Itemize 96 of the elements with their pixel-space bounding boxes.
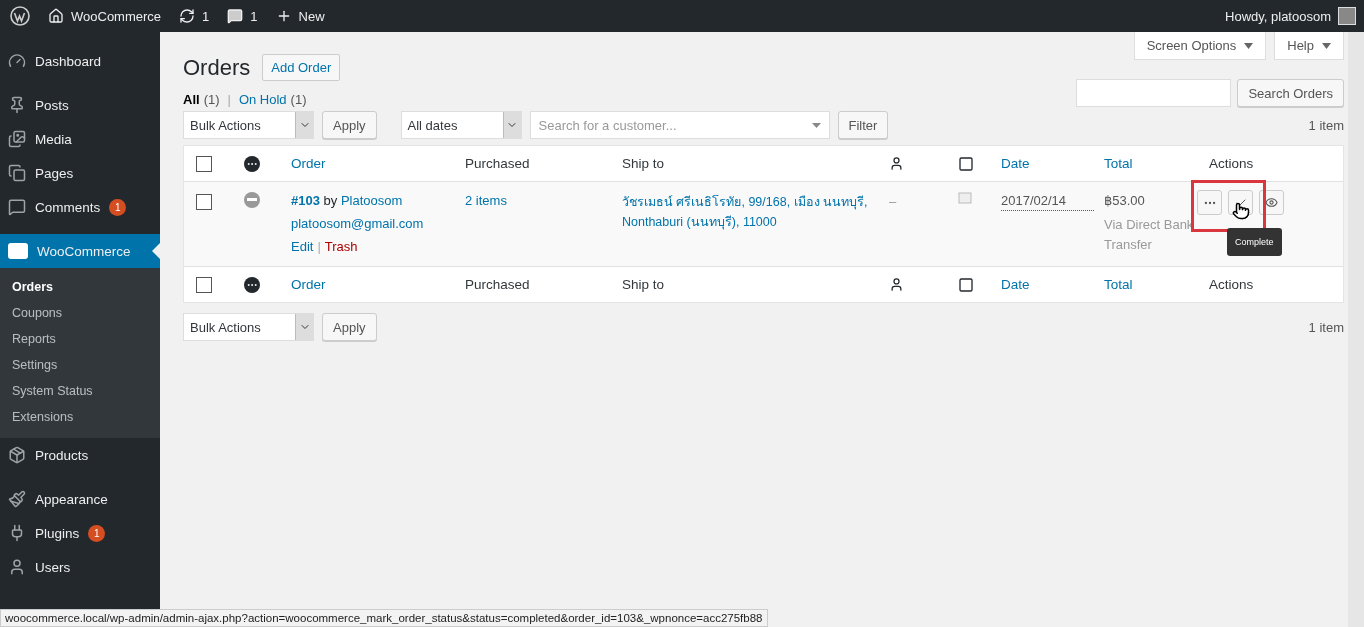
item-count: 1 item (1308, 117, 1344, 133)
menu-icon (8, 164, 26, 182)
column-heading: Ship to (622, 277, 665, 292)
sidebar-item[interactable]: Users (0, 550, 160, 584)
site-name-link[interactable]: WooCommerce (71, 8, 162, 24)
row-action-link[interactable]: Trash (324, 238, 358, 256)
column-sort-link[interactable]: Total (1104, 277, 1133, 292)
bulk-actions-select[interactable]: Bulk Actions (183, 111, 314, 139)
submenu-item[interactable]: Coupons (0, 300, 160, 326)
order-date: 2017/02/14 (1001, 192, 1094, 211)
updates-count: 1 (202, 8, 210, 24)
dates-select[interactable]: All dates (400, 111, 522, 139)
select-all-checkbox[interactable] (196, 276, 212, 293)
sidebar-item[interactable]: WooCommerce (0, 234, 160, 268)
column-sort-link[interactable]: Date (1001, 156, 1030, 171)
woo-logo-icon (8, 243, 28, 259)
menu-icon (8, 52, 26, 70)
add-order-button[interactable]: Add Order (262, 54, 341, 81)
hand-cursor-icon (1232, 202, 1250, 220)
column-sort-link[interactable]: Order (291, 277, 326, 292)
sidebar-item[interactable]: Media (0, 122, 160, 156)
menu-icon (8, 490, 26, 508)
separator: | (227, 91, 231, 107)
view-filter-link[interactable]: On Hold (238, 91, 287, 107)
dropdown-arrow-icon (811, 122, 821, 128)
customer-email-link[interactable]: platoosom@gmail.com (291, 215, 455, 233)
submenu-item[interactable]: System Status (0, 378, 160, 404)
apply-button[interactable]: Apply (322, 313, 377, 341)
menu-icon (8, 130, 26, 148)
person-card-icon (889, 156, 904, 171)
apply-button[interactable]: Apply (322, 111, 377, 139)
wordpress-logo-icon[interactable] (10, 6, 30, 26)
view-count: (1) (203, 91, 220, 107)
window-icon (958, 276, 974, 293)
column-heading: Actions (1209, 156, 1254, 171)
home-icon[interactable] (48, 8, 64, 24)
sidebar-item[interactable]: Posts (0, 88, 160, 122)
view-count: (1) (290, 91, 307, 107)
order-title: #103 by Platoosom (291, 192, 404, 210)
on-hold-status-icon (244, 192, 260, 208)
column-sort-link[interactable]: Order (291, 156, 326, 171)
person-card-icon (889, 277, 904, 292)
filter-button[interactable]: Filter (837, 111, 889, 139)
billing-empty-text: – (889, 193, 898, 211)
avatar-placeholder (1338, 7, 1356, 25)
new-link[interactable]: New (298, 8, 325, 24)
sidebar-item[interactable]: Pages (0, 156, 160, 190)
column-heading: Purchased (465, 156, 530, 171)
count-badge: 1 (109, 198, 127, 216)
column-heading: Actions (1209, 277, 1254, 292)
sidebar-item[interactable]: Appearance (0, 482, 160, 516)
order-total: ฿53.00 (1104, 192, 1146, 210)
select-all-checkbox[interactable] (196, 155, 212, 172)
row-checkbox[interactable] (196, 194, 212, 210)
tooltip: Complete (1227, 228, 1282, 256)
submenu-item[interactable]: Orders (0, 274, 160, 300)
screen-meta-tab[interactable]: Help (1274, 32, 1344, 60)
status-icon (244, 155, 260, 172)
search-field[interactable] (1076, 79, 1232, 107)
view-filter-link[interactable]: All (183, 91, 200, 107)
menu-icon (8, 198, 26, 216)
eye-icon (1265, 196, 1278, 209)
column-heading: Ship to (622, 156, 665, 171)
menu-icon (8, 96, 26, 114)
sidebar-item[interactable]: Comments 1 (0, 190, 160, 224)
dropdown-arrow-icon (1244, 42, 1254, 49)
comments-count: 1 (250, 8, 258, 24)
submenu-item[interactable]: Reports (0, 326, 160, 352)
submenu-item[interactable]: Settings (0, 352, 160, 378)
bulk-actions-select[interactable]: Bulk Actions (183, 313, 314, 341)
separator: | (317, 238, 321, 256)
column-sort-link[interactable]: Date (1001, 277, 1030, 292)
status-icon (244, 276, 260, 293)
submenu-item[interactable]: Extensions (0, 404, 160, 430)
count-badge: 1 (88, 524, 106, 542)
column-sort-link[interactable]: Total (1104, 156, 1133, 171)
comment-icon[interactable] (227, 8, 244, 24)
updates-icon[interactable] (179, 8, 196, 24)
menu-icon (8, 446, 26, 464)
greeting-text[interactable]: Howdy, platoosom (1225, 8, 1331, 24)
row-action-link[interactable]: Edit (291, 238, 314, 256)
menu-icon (8, 558, 26, 576)
page-title: Orders (183, 54, 251, 81)
window-icon (958, 192, 972, 205)
shipping-address-link[interactable]: วัชรเมธน์ ศรีเนธิโรทัย, 99/168, เมือง นนทบุรี, Nonthaburi (นนทบุรี), 11000 (622, 192, 871, 232)
sidebar-item[interactable]: Plugins 1 (0, 516, 160, 550)
screen-meta-tab[interactable]: Screen Options (1133, 32, 1267, 60)
item-count: 1 item (1308, 319, 1344, 335)
column-heading: Purchased (465, 277, 530, 292)
sidebar-item[interactable]: Dashboard (0, 44, 160, 78)
window-icon (958, 155, 974, 172)
sidebar-item[interactable]: Products (0, 438, 160, 472)
search-orders-button[interactable]: Search Orders (1237, 79, 1344, 107)
browser-status-url: woocommerce.local/wp-admin/admin-ajax.php?action=woocommerce_mark_order_status&status=completed&order_id=103&_wpnonce=acc275fb88 (0, 609, 768, 627)
dropdown-arrow-icon (1322, 42, 1331, 49)
purchased-items-link[interactable]: 2 items (465, 192, 612, 210)
